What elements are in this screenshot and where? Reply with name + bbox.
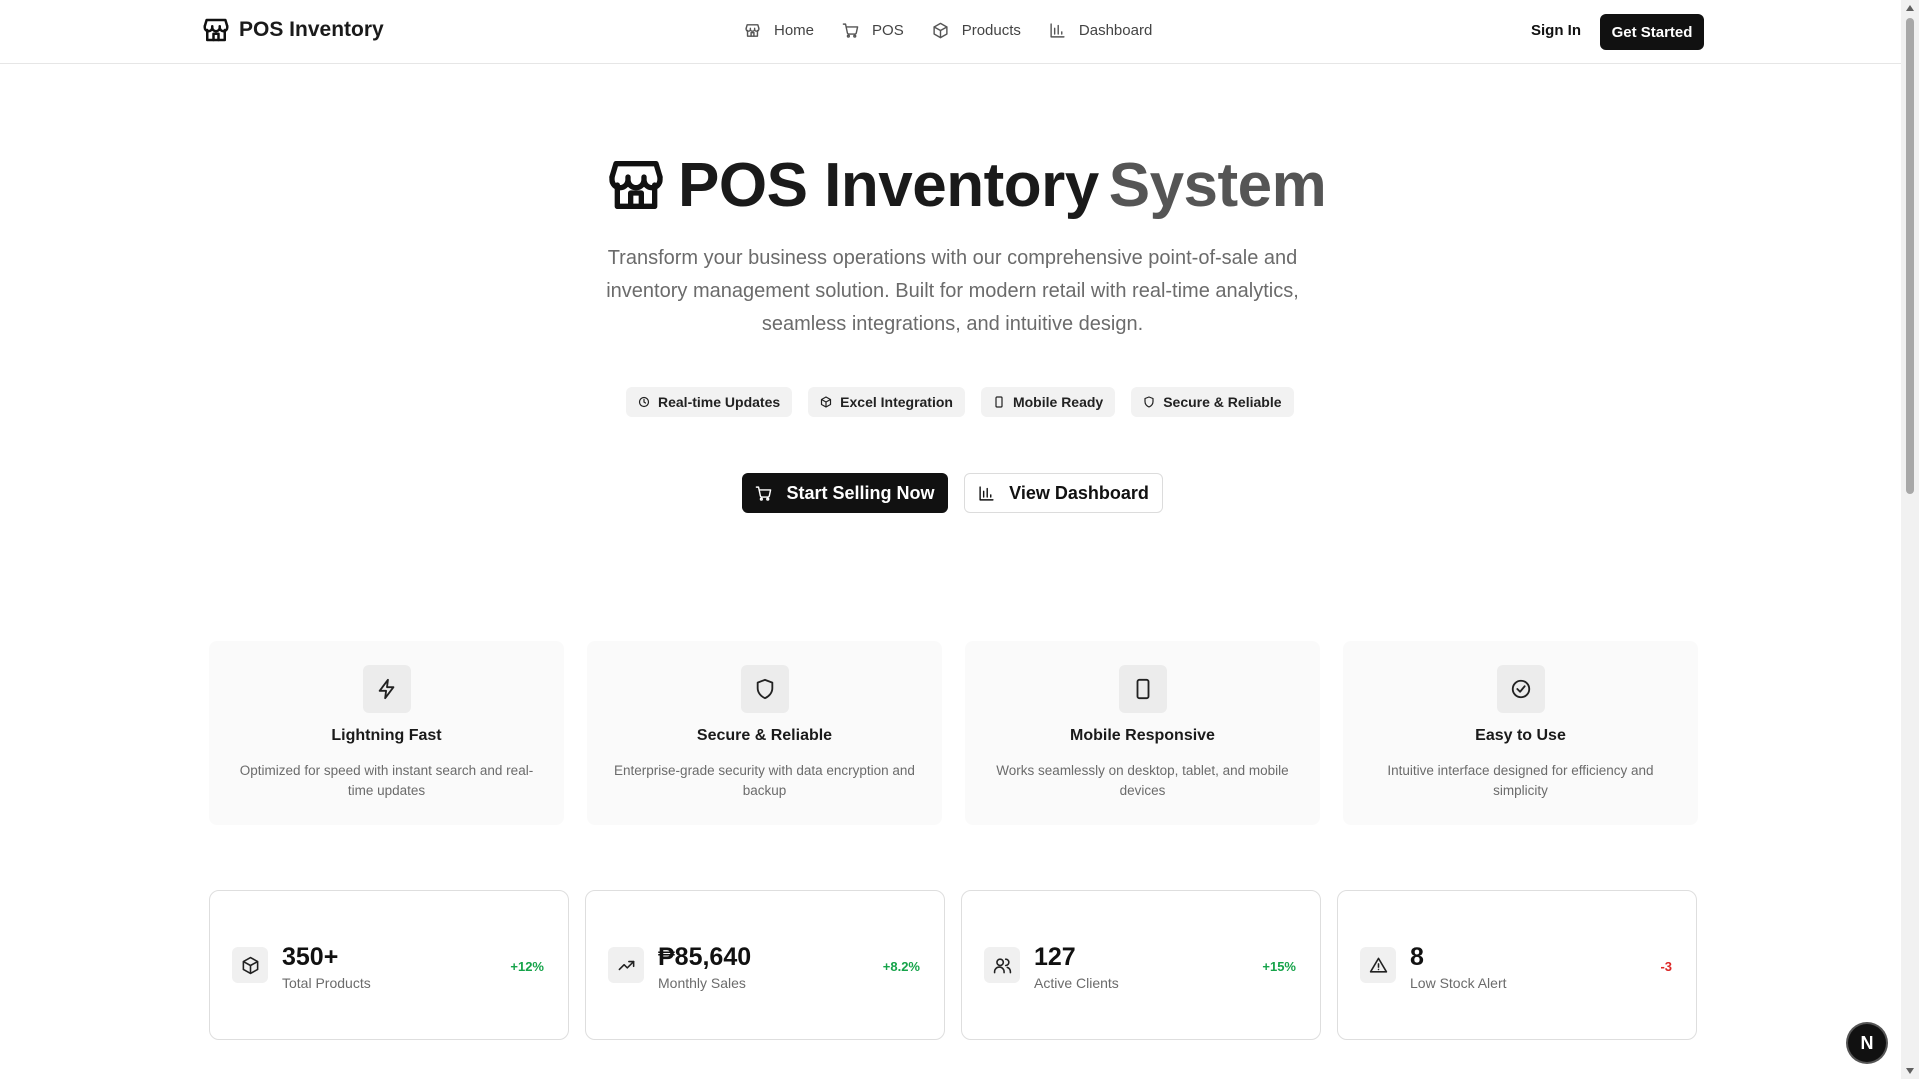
feature-icon-box [1497, 665, 1545, 713]
hero-title-main: POS Inventory [678, 150, 1099, 220]
stat-label: Low Stock Alert [1410, 975, 1507, 991]
feature-description: Optimized for speed with instant search … [239, 763, 534, 798]
store-icon [609, 161, 663, 209]
feature-title: Lightning Fast [331, 727, 442, 744]
feature-card: Mobile Responsive Works seamlessly on de… [965, 641, 1320, 825]
scroll-up-arrow-icon[interactable] [1901, 0, 1919, 16]
stat-value: 350+ [282, 943, 339, 971]
top-navigation: POS Inventory Home POS Products Dashboar… [0, 0, 1901, 64]
feature-card: Lightning Fast Optimized for speed with … [209, 641, 564, 825]
box-icon [242, 956, 258, 974]
brand-name: POS Inventory [239, 18, 384, 41]
stat-label: Active Clients [1034, 975, 1119, 991]
stat-change: +12% [510, 959, 544, 974]
box-icon [821, 396, 832, 408]
hero-title-accent: System [1108, 150, 1327, 220]
store-icon [745, 24, 760, 37]
stat-label: Total Products [282, 975, 371, 991]
hero-subtitle: Transform your business operations with … [606, 247, 1299, 335]
stat-icon-box [984, 947, 1020, 983]
trending-up-icon [618, 960, 634, 970]
warning-icon [1369, 957, 1387, 973]
nav-pos[interactable]: POS [842, 22, 904, 39]
view-dashboard-label: View Dashboard [1009, 482, 1149, 503]
nav-dashboard-label: Dashboard [1078, 22, 1153, 39]
pill-label: Mobile Ready [1012, 394, 1104, 410]
stat-label: Monthly Sales [658, 975, 746, 991]
check-circle-icon [1511, 679, 1531, 699]
stat-value: 127 [1034, 943, 1076, 971]
scroll-down-arrow-icon[interactable] [1901, 1063, 1919, 1079]
feature-description: Works seamlessly on desktop, tablet, and… [996, 763, 1289, 798]
stat-icon-box [232, 947, 268, 983]
nav-pos-label: POS [872, 22, 904, 39]
bolt-icon [378, 678, 395, 700]
box-icon [933, 22, 948, 39]
feature-description: Enterprise-grade security with data encr… [614, 763, 915, 798]
pill-label: Excel Integration [840, 394, 953, 410]
feature-card: Secure & Reliable Enterprise-grade secur… [587, 641, 942, 825]
feature-icon-box [363, 665, 411, 713]
users-icon [993, 957, 1011, 973]
nav-products-label: Products [961, 22, 1021, 39]
page-scrollbar[interactable] [1901, 0, 1919, 1079]
stat-change: -3 [1660, 959, 1672, 974]
start-selling-label: Start Selling Now [786, 482, 935, 503]
nav-dashboard[interactable]: Dashboard [1049, 22, 1152, 39]
bar-chart-icon [1050, 23, 1065, 38]
feature-icon-box [1119, 665, 1167, 713]
stat-icon-box [608, 947, 644, 983]
feature-icon-box [741, 665, 789, 713]
pill-mobile: Mobile Ready [980, 387, 1116, 417]
stat-card-products: 350+ Total Products +12% [209, 890, 569, 1040]
store-icon [203, 18, 229, 42]
brand-logo[interactable]: POS Inventory [201, 15, 384, 45]
stat-card-clients: 127 Active Clients +15% [961, 890, 1321, 1040]
clock-icon [638, 396, 650, 408]
cart-icon [842, 23, 859, 38]
pill-label: Secure & Reliable [1163, 394, 1282, 410]
hero-title: POS Inventory System [604, 150, 1327, 220]
stat-value: 8 [1410, 943, 1424, 971]
page: POS Inventory Home POS Products Dashboar… [0, 0, 1901, 1079]
sign-in-link[interactable]: Sign In [1531, 22, 1581, 39]
feature-pills: Real-time Updates Excel Integration Mobi… [626, 387, 1294, 417]
feature-title: Easy to Use [1475, 727, 1566, 744]
shield-icon [1144, 396, 1154, 408]
scrollbar-thumb[interactable] [1906, 18, 1914, 494]
nav-products[interactable]: Products [932, 22, 1021, 39]
stat-icon-box [1360, 947, 1396, 983]
feature-title: Mobile Responsive [1070, 727, 1215, 744]
stat-change: +15% [1262, 959, 1296, 974]
tablet-icon [1136, 678, 1150, 700]
feature-card: Easy to Use Intuitive interface designed… [1343, 641, 1698, 825]
main-nav: Home POS Products Dashboard [744, 22, 1180, 39]
feature-description: Intuitive interface designed for efficie… [1387, 763, 1654, 798]
stat-change: +8.2% [882, 959, 920, 974]
stat-card-low-stock: 8 Low Stock Alert -3 [1337, 890, 1697, 1040]
pill-secure: Secure & Reliable [1131, 387, 1294, 417]
bar-chart-icon [979, 485, 994, 501]
dev-tools-badge[interactable]: N [1848, 1024, 1886, 1062]
pill-realtime: Real-time Updates [626, 387, 793, 417]
shield-icon [756, 678, 774, 700]
stat-card-sales: ₱85,640 Monthly Sales +8.2% [585, 890, 945, 1040]
view-dashboard-button[interactable]: View Dashboard [964, 473, 1163, 513]
pill-label: Real-time Updates [658, 394, 781, 410]
start-selling-button[interactable]: Start Selling Now [742, 473, 948, 513]
pill-excel: Excel Integration [808, 387, 965, 417]
get-started-button[interactable]: Get Started [1600, 14, 1704, 50]
nav-home[interactable]: Home [744, 22, 814, 39]
cart-icon [756, 485, 772, 501]
nav-home-label: Home [774, 22, 815, 39]
stat-value: ₱85,640 [658, 943, 752, 971]
feature-title: Secure & Reliable [696, 727, 833, 744]
phone-icon [995, 396, 1003, 408]
